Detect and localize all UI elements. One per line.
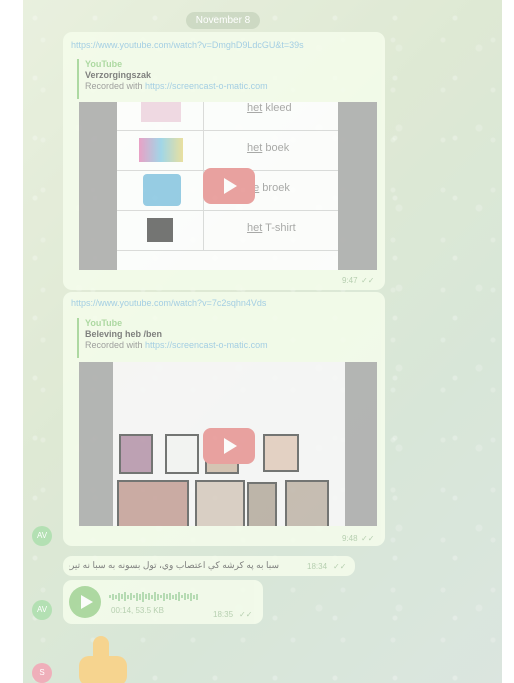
photo-thumbnail (117, 480, 189, 526)
preview-site: YouTube (85, 59, 123, 69)
photo-thumbnail (195, 480, 245, 526)
book-image (139, 138, 183, 162)
play-icon (81, 595, 93, 609)
photo-thumbnail (119, 434, 153, 474)
preview-desc-link[interactable]: https://screencast-o-matic.com (145, 81, 268, 91)
read-check-icon: ✓✓ (361, 276, 375, 285)
play-button[interactable] (203, 428, 255, 464)
preview-description: Recorded with https://screencast-o-matic… (85, 81, 268, 91)
read-check-icon: ✓✓ (239, 610, 253, 619)
link-preview-1[interactable]: YouTube Verzorgingszak Recorded with htt… (77, 59, 268, 99)
voice-play-button[interactable] (69, 586, 101, 618)
preview-title: Beleving heb /ben (85, 329, 163, 339)
preview-desc-prefix: Recorded with (85, 340, 146, 350)
voice-meta: 00:14, 53.5 KB (111, 606, 164, 615)
avatar[interactable]: S (32, 663, 52, 683)
video-preview-2[interactable] (79, 362, 377, 526)
message-time: 18:35 (213, 610, 234, 619)
message-text: سبا به په کرشه کې اعتصاب وي، تول بسونه ب… (69, 560, 279, 570)
photo-thumbnail (263, 434, 299, 472)
video-row: het T-shirt (117, 210, 338, 251)
photo-thumbnail (247, 482, 277, 526)
trousers-image (143, 174, 181, 206)
video-row: het boek (117, 130, 338, 171)
date-separator: November 8 (186, 12, 260, 29)
video-preview-1[interactable]: het kleed het boek de broek het T-shirt (79, 102, 377, 270)
message-link-2[interactable]: https://www.youtube.com/watch?v=7c2sqhn4… (71, 298, 266, 308)
avatar[interactable]: AV (32, 526, 52, 546)
thumbs-up-sticker[interactable] (71, 636, 131, 683)
message-time: 9:48 (342, 534, 358, 543)
read-check-icon: ✓✓ (333, 562, 347, 571)
message-bubble-voice[interactable]: 00:14, 53.5 KB 18:35 ✓✓ (63, 580, 263, 624)
message-bubble-video-1[interactable]: https://www.youtube.com/watch?v=DmghD9Ld… (63, 32, 385, 290)
dress-image (141, 102, 181, 122)
photo-thumbnail (165, 434, 199, 474)
preview-site: YouTube (85, 318, 123, 328)
video-row: het kleed (117, 102, 338, 131)
preview-description: Recorded with https://screencast-o-matic… (85, 340, 268, 350)
message-link-1[interactable]: https://www.youtube.com/watch?v=DmghD9Ld… (71, 40, 304, 50)
read-check-icon: ✓✓ (361, 534, 375, 543)
preview-desc-link[interactable]: https://screencast-o-matic.com (145, 340, 268, 350)
tshirt-icon (147, 218, 173, 242)
avatar[interactable]: AV (32, 600, 52, 620)
chat-area[interactable]: November 8 https://www.youtube.com/watch… (23, 0, 502, 683)
preview-title: Verzorgingszak (85, 70, 152, 80)
preview-desc-prefix: Recorded with (85, 81, 146, 91)
play-button[interactable] (203, 168, 255, 204)
message-bubble-text[interactable]: سبا به په کرشه کې اعتصاب وي، تول بسونه ب… (63, 556, 355, 576)
message-bubble-video-2[interactable]: https://www.youtube.com/watch?v=7c2sqhn4… (63, 292, 385, 546)
voice-waveform[interactable] (109, 588, 199, 602)
message-time: 18:34 (307, 562, 328, 571)
message-time: 9:47 (342, 276, 358, 285)
link-preview-2[interactable]: YouTube Beleving heb /ben Recorded with … (77, 318, 268, 358)
photo-thumbnail (285, 480, 329, 526)
